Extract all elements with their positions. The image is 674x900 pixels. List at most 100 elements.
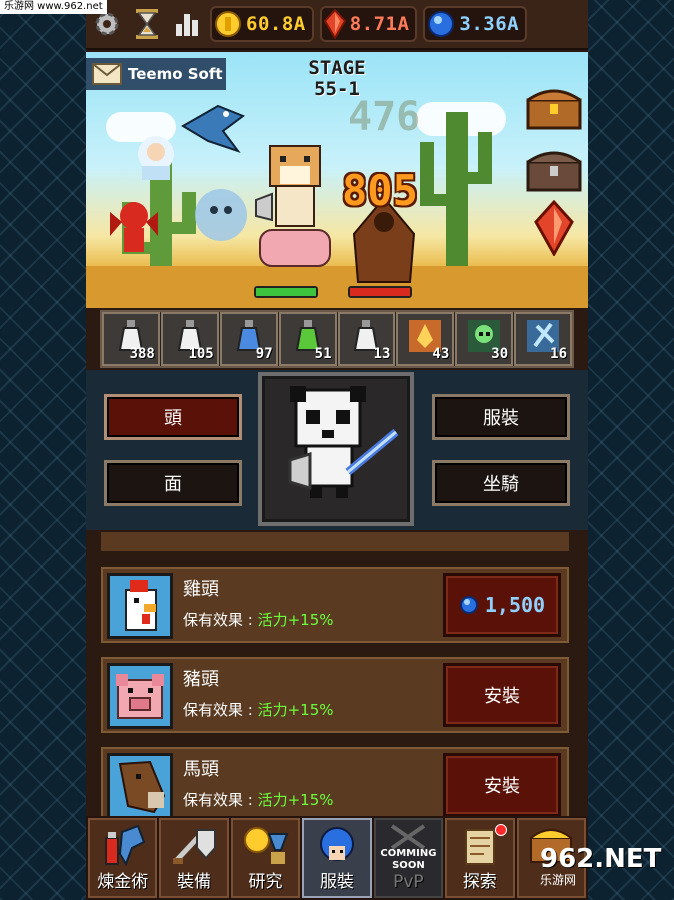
item-slot[interactable]: 388 bbox=[102, 312, 160, 366]
item-count: 388 bbox=[129, 346, 155, 362]
battle-scene: Teemo Soft STAGE 55-1 476 805 bbox=[86, 52, 588, 308]
horse-head-portrait bbox=[107, 753, 173, 816]
game-screen: 60.8A 8.71A 3.36A Teemo Soft STAGE 55-1 … bbox=[86, 0, 588, 900]
nav-tab-alchemy[interactable]: 煉金術 bbox=[88, 818, 158, 898]
cactus bbox=[420, 112, 492, 282]
item-slot[interactable]: 51 bbox=[278, 312, 337, 366]
notification-dot bbox=[494, 824, 507, 836]
panda-knight-avatar bbox=[288, 386, 399, 498]
item-count: 51 bbox=[314, 346, 332, 362]
blue-bird-ally bbox=[181, 104, 246, 153]
gold-counter: 60.8A bbox=[210, 6, 314, 42]
tab-costume-label: 服裝 bbox=[483, 408, 519, 429]
sapphire-gem-icon bbox=[459, 596, 478, 614]
nav-label: 探索 bbox=[462, 872, 497, 892]
costume-icon bbox=[319, 827, 354, 861]
pvp-icon bbox=[391, 824, 426, 850]
ghost-ally bbox=[195, 189, 247, 241]
list-item: 豬頭 保有效果 : 活力+15% 安裝 bbox=[98, 654, 572, 736]
enemy-hp-bar bbox=[348, 286, 412, 298]
alchemy-icon bbox=[104, 824, 145, 867]
nav-label: 研究 bbox=[248, 872, 283, 892]
buy-button[interactable]: 1,500 bbox=[443, 573, 561, 637]
item-effect: 保有效果 : 活力+15% bbox=[183, 611, 334, 629]
treasure-chest-icon[interactable] bbox=[524, 148, 584, 192]
list-item: 雞頭 保有效果 : 活力+15% 1,500 bbox=[98, 564, 572, 646]
player-hp-bar bbox=[254, 286, 318, 298]
nav-tab-explore[interactable]: 探索 bbox=[445, 818, 515, 898]
consumables-bar: 388 105 97 51 13 43 30 16 bbox=[100, 310, 574, 368]
nav-label: 煉金術 bbox=[97, 872, 149, 892]
item-slot[interactable]: 105 bbox=[160, 312, 219, 366]
item-slot[interactable]: 13 bbox=[337, 312, 396, 366]
treasure-chest-icon[interactable] bbox=[524, 86, 584, 130]
stats-icon[interactable] bbox=[170, 7, 204, 41]
angel-ally bbox=[138, 136, 174, 180]
watermark-logo-text: 962.NET bbox=[540, 843, 662, 874]
nav-tab-pvp[interactable]: COMMING SOON PvP bbox=[373, 818, 444, 898]
item-count: 13 bbox=[373, 346, 391, 362]
item-slot[interactable]: 16 bbox=[514, 312, 572, 366]
damage-number-faded: 476 bbox=[348, 94, 421, 140]
ruby-gem-icon bbox=[323, 9, 346, 39]
item-slot[interactable]: 43 bbox=[396, 312, 455, 366]
list-item-partial bbox=[98, 532, 572, 554]
sapphire-gem-icon bbox=[428, 11, 455, 37]
head-items-list[interactable]: 雞頭 保有效果 : 活力+15% 1,500 豬頭 保有效果 : 活力+15% … bbox=[90, 532, 584, 816]
stage-label: STAGE bbox=[308, 57, 366, 79]
list-item: 馬頭 保有效果 : 活力+15% 安裝 bbox=[98, 744, 572, 816]
research-icon bbox=[243, 827, 288, 864]
item-count: 16 bbox=[550, 346, 567, 362]
player-hp-fill bbox=[256, 288, 316, 296]
ruby-value: 8.71A bbox=[349, 13, 410, 35]
item-name: 雞頭 bbox=[183, 579, 219, 600]
tab-face[interactable]: 面 bbox=[104, 460, 242, 506]
item-slot[interactable]: 97 bbox=[219, 312, 278, 366]
nav-label: 服裝 bbox=[319, 872, 354, 892]
mail-icon bbox=[92, 63, 122, 85]
site-watermark: 乐游网 www.962.net bbox=[0, 0, 107, 14]
red-imp-ally bbox=[110, 202, 158, 252]
tab-head[interactable]: 頭 bbox=[104, 394, 242, 440]
character-preview bbox=[258, 372, 414, 526]
nav-tab-costume[interactable]: 服裝 bbox=[302, 818, 372, 898]
item-count: 43 bbox=[432, 346, 450, 362]
price-label: 1,500 bbox=[484, 593, 546, 617]
item-effect: 保有效果 : 活力+15% bbox=[183, 701, 334, 719]
ruby-counter: 8.71A bbox=[319, 6, 418, 42]
tab-mount[interactable]: 坐騎 bbox=[432, 460, 570, 506]
equipment-panel: 頭 面 服裝 坐騎 bbox=[86, 370, 588, 530]
item-count: 30 bbox=[491, 346, 509, 362]
sword-shield-icon bbox=[173, 829, 217, 864]
ruby-gem-icon[interactable] bbox=[534, 200, 574, 256]
site-watermark-logo: 962.NET 乐游网 bbox=[540, 842, 664, 892]
item-count: 105 bbox=[188, 346, 214, 362]
top-bar: 60.8A 8.71A 3.36A bbox=[86, 0, 588, 50]
tab-face-label: 面 bbox=[164, 474, 182, 495]
gold-coin-icon bbox=[215, 11, 241, 37]
item-count: 97 bbox=[255, 346, 273, 362]
shiba-hero bbox=[255, 145, 331, 267]
item-effect: 保有效果 : 活力+15% bbox=[183, 791, 334, 809]
nav-tab-research[interactable]: 研究 bbox=[230, 818, 301, 898]
gold-value: 60.8A bbox=[246, 13, 306, 35]
item-slot[interactable]: 30 bbox=[455, 312, 514, 366]
tab-costume[interactable]: 服裝 bbox=[432, 394, 570, 440]
mail-notification[interactable]: Teemo Soft bbox=[86, 58, 226, 90]
item-name: 豬頭 bbox=[183, 669, 219, 690]
hourglass-icon[interactable] bbox=[130, 7, 164, 41]
item-name: 馬頭 bbox=[183, 759, 219, 780]
tab-head-label: 頭 bbox=[164, 408, 182, 429]
nav-tab-equipment[interactable]: 裝備 bbox=[159, 818, 229, 898]
install-button[interactable]: 安裝 bbox=[443, 663, 561, 727]
mail-sender: Teemo Soft bbox=[128, 65, 223, 83]
tab-mount-label: 坐騎 bbox=[483, 474, 519, 495]
sapphire-value: 3.36A bbox=[459, 13, 520, 35]
chicken-head-portrait bbox=[107, 573, 173, 639]
sapphire-counter: 3.36A bbox=[423, 6, 528, 42]
install-button[interactable]: 安裝 bbox=[443, 753, 561, 816]
bottom-nav: 煉金術 裝備 研究 服裝 COMMING SOON PvP 探索 bbox=[86, 816, 588, 900]
damage-number: 805 bbox=[342, 166, 418, 215]
coming-soon-label: COMMING SOON bbox=[380, 848, 437, 871]
nav-label: PvP bbox=[393, 872, 424, 892]
